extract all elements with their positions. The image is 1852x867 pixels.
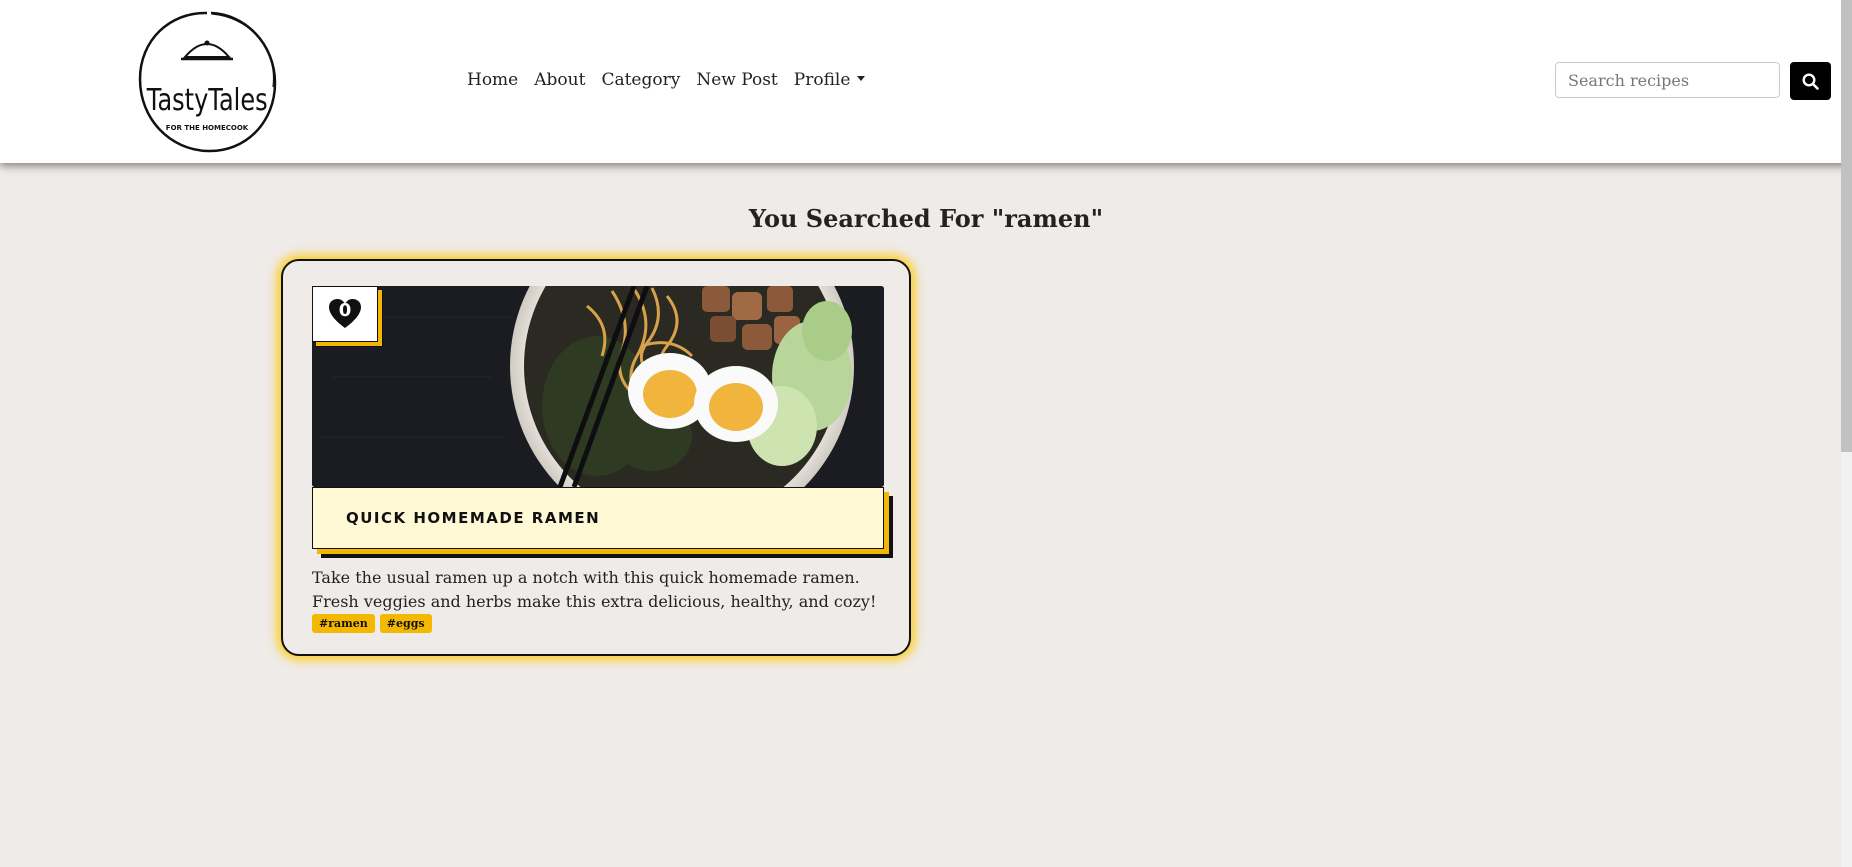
scrollbar-thumb[interactable]	[1841, 0, 1852, 452]
tag-list: #ramen #eggs	[312, 614, 432, 633]
like-count: 0	[338, 300, 352, 321]
nav-new-post[interactable]: New Post	[696, 70, 777, 90]
logo[interactable]: TastyTales FOR THE HOMECOOK	[132, 7, 282, 157]
recipe-title: QUICK HOMEMADE RAMEN	[346, 509, 601, 527]
svg-text:FOR THE HOMECOOK: FOR THE HOMECOOK	[166, 124, 249, 132]
nav-home[interactable]: Home	[467, 70, 518, 90]
scrollbar[interactable]	[1841, 0, 1852, 867]
tag-eggs[interactable]: #eggs	[379, 614, 432, 633]
main-nav: Home About Category New Post Profile	[467, 70, 881, 90]
recipe-image[interactable]	[312, 286, 884, 487]
recipe-description: Take the usual ramen up a notch with thi…	[312, 568, 877, 611]
svg-text:TastyTales: TastyTales	[146, 83, 268, 117]
nav-profile-dropdown[interactable]: Profile	[794, 70, 866, 90]
search-icon	[1802, 72, 1819, 90]
tag-ramen[interactable]: #ramen	[312, 614, 375, 633]
chevron-down-icon	[857, 76, 866, 81]
search-input[interactable]	[1555, 62, 1780, 98]
nav-category[interactable]: Category	[601, 70, 680, 90]
recipe-card[interactable]: 0 QUICK HOMEMADE RAMEN Take the usual ra…	[281, 259, 911, 656]
nav-about[interactable]: About	[534, 70, 585, 90]
nav-profile-label: Profile	[793, 70, 851, 90]
recipe-title-bar[interactable]: QUICK HOMEMADE RAMEN	[312, 487, 884, 549]
navbar: TastyTales FOR THE HOMECOOK Home About C…	[0, 0, 1852, 163]
like-button[interactable]: 0	[312, 286, 378, 342]
page-title: You Searched For "ramen"	[748, 204, 1104, 233]
search-button[interactable]	[1790, 62, 1831, 100]
